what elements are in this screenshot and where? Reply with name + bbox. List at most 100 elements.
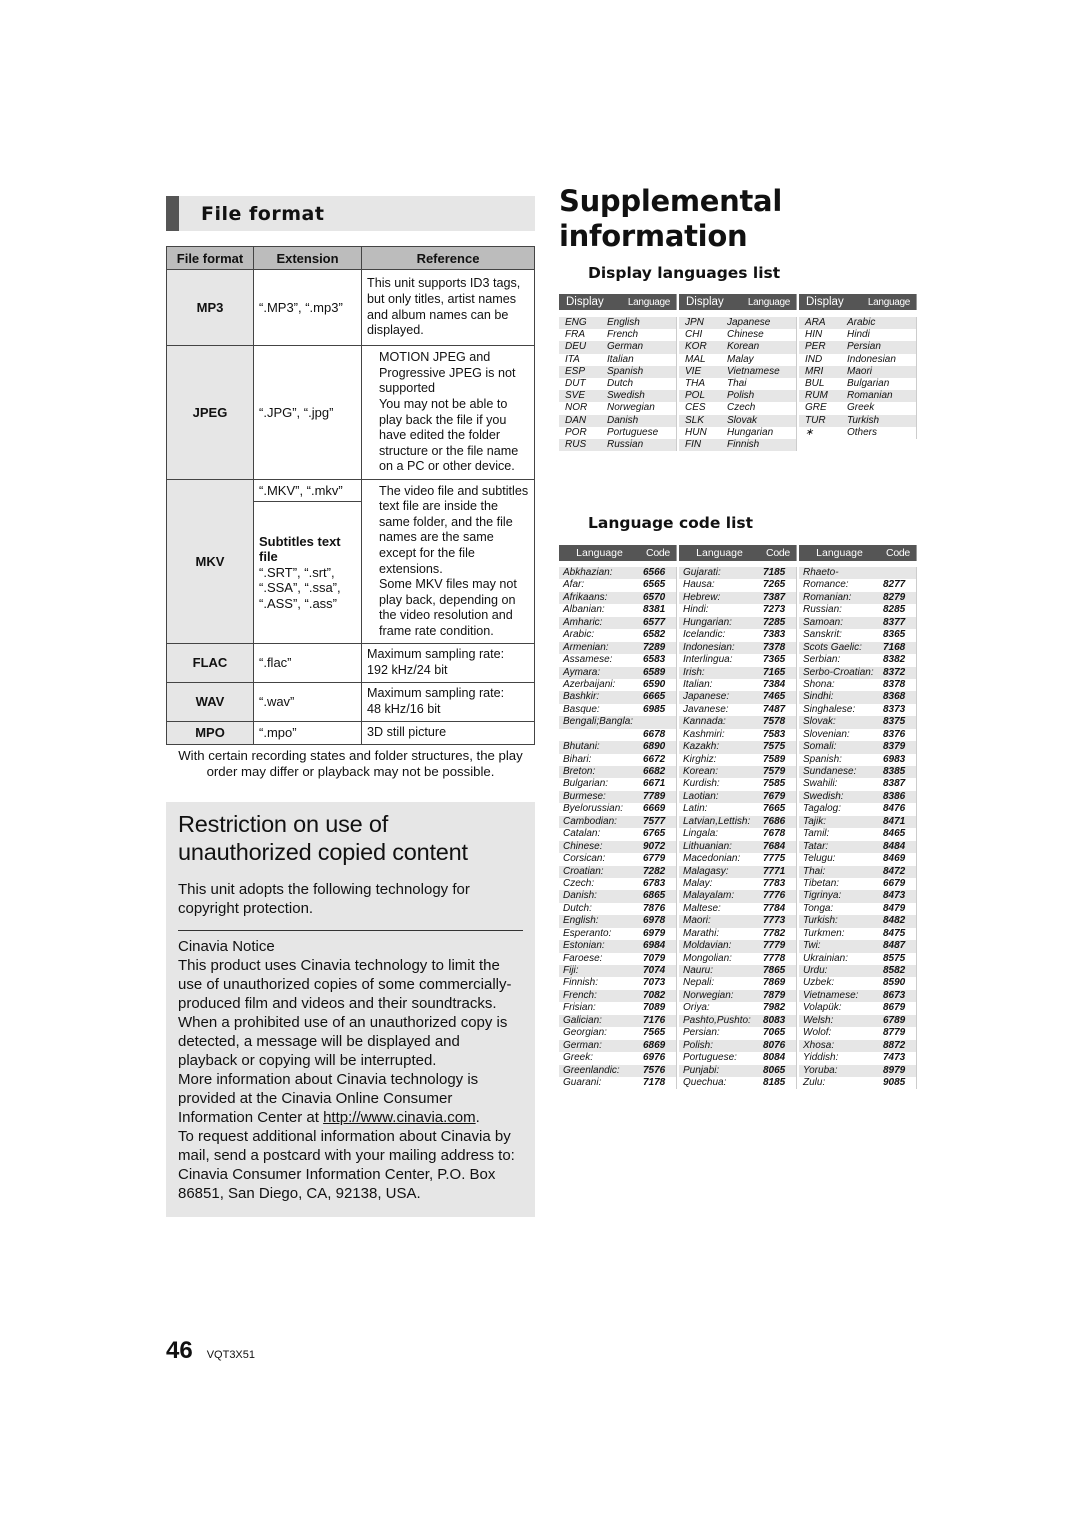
cell-key: Breton: (563, 766, 596, 777)
cell-key: PER (805, 341, 826, 353)
display-language-row: JPN Japanese (679, 317, 796, 330)
cell-key: Ukrainian: (803, 952, 849, 964)
cell-value: 7074 (643, 965, 666, 976)
language-code-row: Tonga: 8479 (799, 903, 916, 915)
cell-value: 8872 (883, 1039, 906, 1051)
cell-value: 7779 (763, 940, 786, 952)
cell-value: 8381 (643, 604, 666, 616)
language-code-row: Quechua: 8185 (679, 1077, 796, 1089)
cell-key: Polish: (683, 1039, 714, 1051)
cell-key: RUS (565, 438, 587, 450)
language-code-row: Arabic: 6582 (559, 629, 676, 641)
cell-value: 8285 (883, 604, 906, 616)
language-code-row: Serbo-Croatian: 8372 (799, 666, 916, 679)
cell-key: Bengali;Bangla: (563, 716, 634, 728)
cell-value: 8482 (883, 915, 906, 927)
language-code-row: Russian: 8285 (799, 604, 916, 616)
cell-value: Maori (847, 365, 873, 377)
language-code-row: German: 6869 (559, 1039, 676, 1053)
cell-key: Tatar: (803, 840, 829, 852)
page-number: 46 (166, 1337, 193, 1364)
cell-value: 8385 (883, 766, 906, 777)
cell-key: Persian: (683, 1027, 720, 1039)
cell-key: Russian: (803, 604, 842, 616)
cell-value: 7782 (763, 927, 786, 939)
rows: ARA Arabic HIN Hindi PER Persian IND Indonesian… (799, 317, 917, 439)
language-code-row: Finnish: 7073 (559, 977, 676, 989)
cell-key: Albanian: (563, 604, 605, 616)
cell-value: 7789 (643, 790, 666, 802)
table-row-wav: WAV “.wav” Maximum sampling rate: 48 kHz… (166, 682, 535, 722)
cell-value: 8065 (763, 1064, 786, 1076)
subtitle-label: Subtitles text file (259, 533, 341, 565)
cell-value: 8365 (883, 629, 906, 641)
cell-value: 6669 (643, 803, 666, 815)
cell-key: Oriya: (683, 1002, 710, 1014)
language-code-row: Esperanto: 6979 (559, 928, 676, 940)
cell-key: Yiddish: (803, 1052, 839, 1064)
display-language-row: ESP Spanish (559, 365, 676, 378)
language-code-row: English: 6978 (559, 915, 676, 928)
cell-value: 8076 (763, 1039, 786, 1051)
cell-value: 7783 (763, 877, 786, 889)
language-code-row: Burmese: 7789 (559, 790, 676, 804)
cell-key: Macedonian: (683, 853, 741, 865)
table-column: Display Language ARA Arabic HIN Hindi PER Persi… (799, 294, 917, 451)
language-code-row: Japanese: 7465 (679, 691, 796, 704)
cell-value: 8465 (883, 828, 906, 840)
language-code-row: Pashto,Pushto: 8083 (679, 1014, 796, 1028)
cell-value: 6589 (643, 666, 666, 678)
language-code-row: Danish: 6865 (559, 890, 676, 903)
cell-key: Hausa: (683, 579, 715, 591)
cell-key: Interlingua: (683, 654, 733, 666)
table-column: Language Code Rhaeto-Romance: 8277 Romanian:… (799, 545, 917, 1090)
language-code-row: Italian: 7384 (679, 679, 796, 691)
language-code-row: Turkmen: 8475 (799, 928, 916, 940)
cell-key: Georgian: (563, 1027, 607, 1039)
column-header: Display Language (799, 294, 917, 310)
language-code-row: Serbian: 8382 (799, 654, 916, 666)
cell-value: Dutch (607, 377, 634, 389)
table-column: Language Code Abkhazian: 6566 Afar: 6565 Afrik… (559, 545, 677, 1090)
cell-key: Japanese: (683, 691, 730, 703)
cell-key: Singhalese: (803, 703, 856, 715)
cell-value: 7079 (643, 952, 666, 964)
cell-key: Zulu: (803, 1076, 826, 1088)
display-language-row: ITA Italian (559, 354, 676, 366)
cell-key: Byelorussian: (563, 803, 624, 815)
cell-value (879, 567, 916, 579)
language-code-row: Bhutani: 6890 (559, 741, 676, 754)
cell-key: Maori: (683, 915, 711, 927)
cell-key: Frisian: (563, 1002, 596, 1014)
language-code-row: Afrikaans: 6570 (559, 591, 676, 605)
cell-value: 8679 (883, 1002, 906, 1014)
cell-key: Irish: (683, 666, 705, 678)
language-code-row: Xhosa: 8872 (799, 1039, 916, 1053)
language-code-row: Twi: 8487 (799, 940, 916, 953)
cell-value: Malay (727, 353, 754, 365)
cell-key: Tibetan: (803, 877, 840, 889)
language-code-row: Sindhi: 8368 (799, 691, 916, 704)
language-code-row: Hindi: 7273 (679, 604, 796, 616)
language-code-row: Portuguese: 8084 (679, 1052, 796, 1064)
display-language-row: ∗ Others (799, 427, 916, 439)
cell-value: 7579 (763, 766, 786, 777)
cell-key: KOR (685, 341, 707, 353)
reference-cell: MOTION JPEG and Progressive JPEG is not … (361, 345, 535, 480)
display-language-row: SVE Swedish (559, 390, 676, 403)
cell-key: Kannada: (683, 716, 726, 728)
cell-key: Finnish: (563, 977, 599, 989)
display-language-row: TUR Turkish (799, 414, 916, 427)
cell-key: Kurdish: (683, 778, 720, 790)
language-code-row: Tagalog: 8476 (799, 803, 916, 815)
cell-value: 7383 (763, 629, 786, 641)
language-code-row: Kirghiz: 7589 (679, 754, 796, 766)
cell-key: Shona: (803, 678, 835, 690)
language-code-row: Malay: 7783 (679, 878, 796, 890)
format-cell: FLAC (166, 643, 254, 683)
cell-value: German (607, 341, 644, 353)
cell-value: 7665 (763, 803, 786, 815)
cinavia-link[interactable]: http://www.cinavia.com (323, 1109, 476, 1126)
language-code-row: Turkish: 8482 (799, 915, 916, 928)
cell-value: 7771 (763, 865, 786, 877)
